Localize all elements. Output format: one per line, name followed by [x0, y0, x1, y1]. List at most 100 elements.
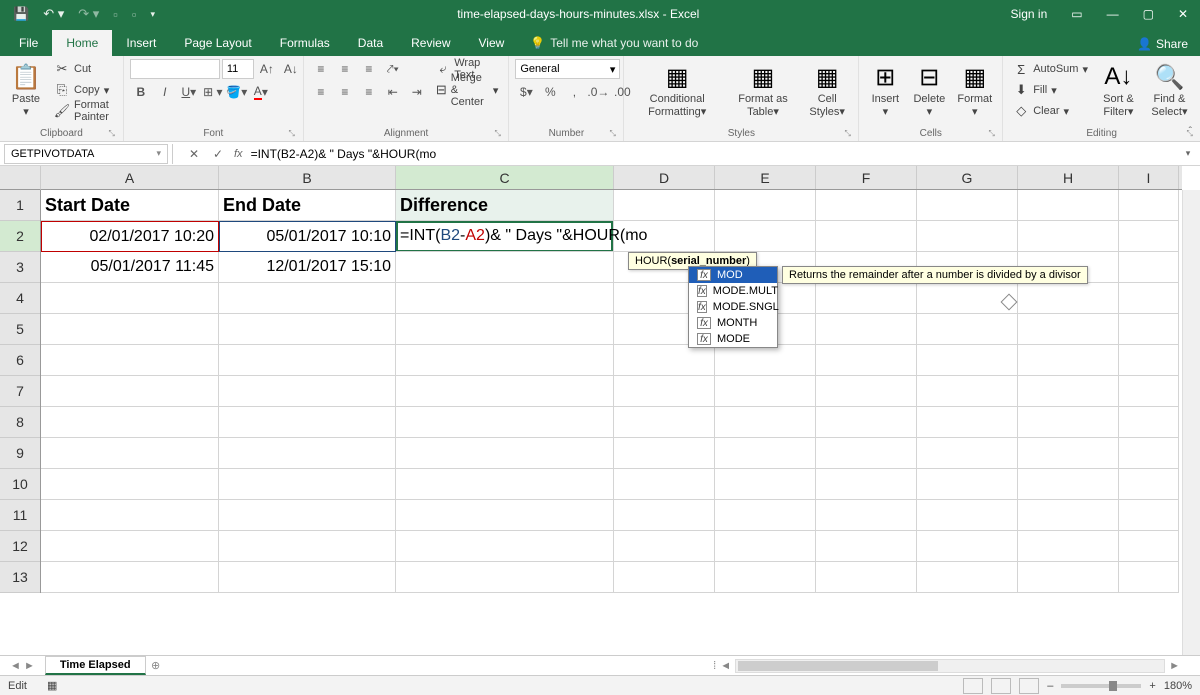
row-header[interactable]: 9 [0, 438, 40, 469]
cell[interactable] [219, 314, 396, 345]
cell[interactable] [219, 469, 396, 500]
align-top-icon[interactable]: ≡ [310, 59, 332, 79]
cell[interactable] [396, 345, 614, 376]
cell[interactable] [396, 562, 614, 593]
qat-btn[interactable]: ▫ [110, 7, 121, 22]
fill-color-icon[interactable]: 🪣▾ [226, 82, 248, 102]
row-header[interactable]: 7 [0, 376, 40, 407]
align-bottom-icon[interactable]: ≡ [358, 59, 380, 79]
cut-button[interactable]: ✂Cut [50, 59, 117, 79]
increase-decimal-icon[interactable]: .0→ [587, 82, 609, 102]
paste-button[interactable]: 📋 Paste▾ [6, 59, 46, 121]
autocomplete-item[interactable]: fxMONTH [689, 315, 777, 331]
horizontal-scrollbar[interactable] [735, 659, 1165, 673]
cell[interactable] [715, 562, 816, 593]
cell[interactable] [41, 376, 219, 407]
cancel-formula-icon[interactable]: ✕ [182, 144, 206, 164]
delete-cells-button[interactable]: ⊟Delete▾ [909, 59, 949, 121]
find-select-button[interactable]: 🔍Find & Select▾ [1145, 59, 1194, 121]
format-cells-button[interactable]: ▦Format▾ [953, 59, 996, 121]
cell[interactable] [41, 407, 219, 438]
cell[interactable] [219, 500, 396, 531]
bold-icon[interactable]: B [130, 82, 152, 102]
row-header[interactable]: 3 [0, 252, 40, 283]
cell[interactable] [614, 407, 715, 438]
qat-more-icon[interactable]: ▾ [147, 9, 158, 20]
cell[interactable] [41, 345, 219, 376]
cell[interactable] [396, 438, 614, 469]
cell[interactable] [1018, 531, 1119, 562]
cell[interactable] [715, 376, 816, 407]
cell[interactable] [715, 531, 816, 562]
cell[interactable] [396, 500, 614, 531]
column-header[interactable]: I [1119, 166, 1179, 189]
column-header[interactable]: E [715, 166, 816, 189]
column-header[interactable]: A [41, 166, 219, 189]
increase-indent-icon[interactable]: ⇥ [406, 82, 428, 102]
tab-insert[interactable]: Insert [112, 30, 170, 56]
tell-me-search[interactable]: 💡Tell me what you want to do [518, 30, 710, 56]
align-left-icon[interactable]: ≡ [310, 82, 332, 102]
autocomplete-item[interactable]: fxMODE [689, 331, 777, 347]
row-header[interactable]: 13 [0, 562, 40, 593]
cell[interactable] [715, 500, 816, 531]
cell[interactable] [614, 345, 715, 376]
cell[interactable] [1018, 407, 1119, 438]
number-format-select[interactable]: General▾ [515, 59, 620, 79]
fill-button[interactable]: ⬇Fill ▾ [1009, 80, 1092, 100]
sheet-tab[interactable]: Time Elapsed [45, 656, 146, 675]
name-box[interactable]: GETPIVOTDATA▾ [4, 144, 168, 164]
cell[interactable] [41, 500, 219, 531]
cell[interactable] [1018, 500, 1119, 531]
cell[interactable] [1119, 531, 1179, 562]
cell[interactable] [917, 376, 1018, 407]
cell[interactable] [614, 562, 715, 593]
zoom-out-icon[interactable]: – [1047, 680, 1053, 692]
formula-input[interactable] [247, 147, 1176, 161]
cell[interactable] [396, 531, 614, 562]
enter-formula-icon[interactable]: ✓ [206, 144, 230, 164]
increase-font-icon[interactable]: A↑ [256, 59, 278, 79]
tab-view[interactable]: View [465, 30, 519, 56]
cell[interactable] [219, 438, 396, 469]
cell[interactable] [614, 469, 715, 500]
worksheet-grid[interactable]: ABCDEFGHI 12345678910111213 Start Date E… [0, 166, 1200, 655]
format-painter-button[interactable]: 🖌Format Painter [50, 101, 117, 121]
cell[interactable] [219, 407, 396, 438]
sort-filter-button[interactable]: A↓Sort & Filter▾ [1096, 59, 1141, 121]
cell[interactable] [1119, 345, 1179, 376]
select-all-corner[interactable] [0, 166, 41, 190]
cell[interactable] [396, 376, 614, 407]
vertical-scrollbar[interactable] [1182, 190, 1200, 655]
format-as-table-button[interactable]: ▦Format as Table▾ [728, 59, 798, 121]
collapse-ribbon-icon[interactable]: ˆ [1189, 126, 1192, 137]
cell[interactable] [1018, 314, 1119, 345]
add-sheet-icon[interactable]: ⊕ [146, 656, 166, 676]
cell[interactable] [41, 314, 219, 345]
insert-cells-button[interactable]: ⊞Insert▾ [865, 59, 905, 121]
cell[interactable] [219, 531, 396, 562]
cell[interactable] [219, 345, 396, 376]
cell[interactable]: 12/01/2017 15:10 [219, 252, 396, 283]
cell[interactable] [715, 190, 816, 221]
scroll-left-icon[interactable]: ◄ [720, 660, 731, 672]
cell[interactable] [1018, 562, 1119, 593]
ribbon-options-icon[interactable]: ▭ [1059, 0, 1094, 28]
cell[interactable]: 02/01/2017 10:20 [41, 221, 219, 252]
cell[interactable] [816, 345, 917, 376]
cell[interactable] [816, 190, 917, 221]
cell[interactable] [816, 283, 917, 314]
border-icon[interactable]: ⊞ ▾ [202, 82, 224, 102]
cell[interactable] [816, 407, 917, 438]
cell[interactable] [917, 345, 1018, 376]
cell[interactable] [1119, 252, 1179, 283]
cell[interactable]: Start Date [41, 190, 219, 221]
cell[interactable] [715, 221, 816, 252]
cell[interactable] [396, 283, 614, 314]
redo-icon[interactable]: ↷ ▾ [75, 6, 102, 22]
qat-btn[interactable]: ▫ [129, 7, 140, 22]
column-header[interactable]: D [614, 166, 715, 189]
cell[interactable] [1119, 190, 1179, 221]
cell[interactable] [41, 469, 219, 500]
cell[interactable] [396, 252, 614, 283]
